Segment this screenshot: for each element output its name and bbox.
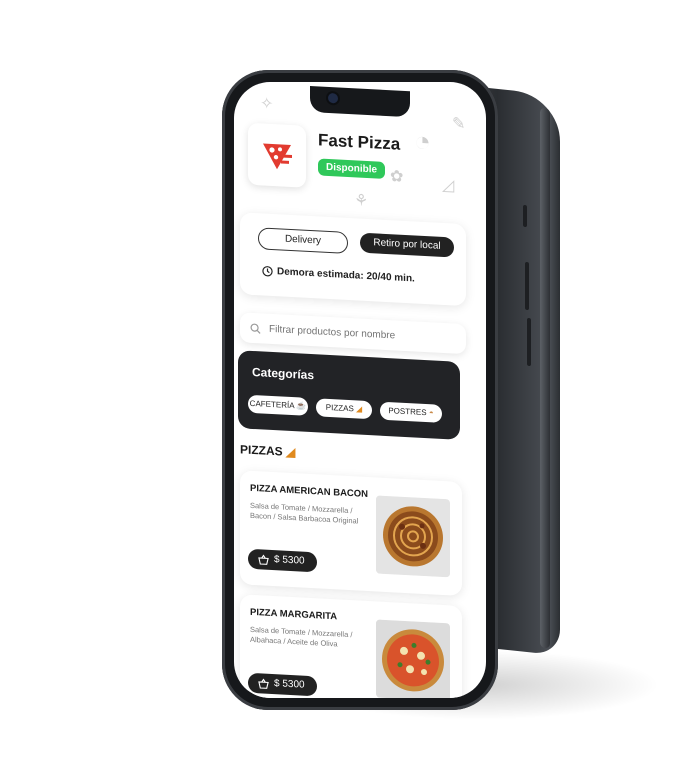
phone-back-edge <box>540 107 550 649</box>
category-chip-cafeteria[interactable]: CAFETERÍA ☕ <box>248 394 308 416</box>
doodle-icon: ✧ <box>260 95 274 114</box>
add-to-cart-button[interactable]: $ 5300 <box>248 672 317 697</box>
category-label: POSTRES <box>388 406 427 418</box>
section-title: PIZZAS ◢ <box>240 442 295 459</box>
estimated-time: Demora estimada: 20/40 min. <box>262 265 415 284</box>
category-chip-pizzas[interactable]: PIZZAS ◢ <box>316 398 372 420</box>
pizza-icon: ◢ <box>356 404 363 414</box>
search-bar[interactable] <box>240 312 466 355</box>
delivery-options-card: Delivery Retiro por local Demora estimad… <box>240 212 466 307</box>
shop-name: Fast Pizza <box>318 130 401 154</box>
product-name: PIZZA AMERICAN BACON <box>250 482 369 501</box>
status-badge: Disponible <box>318 158 386 179</box>
phone-notch <box>310 85 410 118</box>
categories-title: Categorías <box>252 364 315 383</box>
category-label: PIZZAS <box>325 402 354 414</box>
product-card[interactable]: PIZZA AMERICAN BACON Salsa de Tomate / M… <box>240 470 462 596</box>
pickup-button[interactable]: Retiro por local <box>360 232 454 258</box>
delivery-button[interactable]: Delivery <box>258 227 348 254</box>
estimated-time-text: Demora estimada: 20/40 min. <box>277 266 415 285</box>
basket-icon <box>258 553 269 565</box>
doodle-icon: ✿ <box>390 168 404 186</box>
side-button <box>527 317 531 367</box>
search-icon <box>250 323 261 334</box>
camera-icon <box>328 92 338 104</box>
pizza-doodle-icon: ◔ <box>414 125 431 158</box>
doodle-icon: ◿ <box>442 176 455 195</box>
product-image <box>376 619 450 698</box>
clock-icon <box>262 266 273 277</box>
phone-screen: ◔ ✎ ✿ ◿ ✧ ⚘ Fast Pizza Disponible Delive… <box>234 82 486 698</box>
phone-frame: ◔ ✎ ✿ ◿ ✧ ⚘ Fast Pizza Disponible Delive… <box>222 70 498 710</box>
doodle-icon: ✎ <box>452 115 466 134</box>
doodle-icon: ⚘ <box>354 192 369 211</box>
product-price: $ 5300 <box>274 554 305 567</box>
pizza-icon: ◢ <box>286 444 296 460</box>
add-to-cart-button[interactable]: $ 5300 <box>248 548 317 573</box>
side-button <box>525 261 529 311</box>
product-name: PIZZA MARGARITA <box>250 606 338 623</box>
pizza-image-icon <box>376 619 450 698</box>
product-image <box>376 495 450 578</box>
shop-logo <box>248 122 306 188</box>
pizza-image-icon <box>376 495 450 578</box>
coffee-icon: ☕ <box>296 401 307 411</box>
search-input[interactable] <box>267 322 451 345</box>
pizza-logo-icon <box>263 143 292 170</box>
product-card[interactable]: PIZZA MARGARITA Salsa de Tomate / Mozzar… <box>240 594 462 698</box>
category-label: CAFETERÍA <box>249 398 295 411</box>
product-description: Salsa de Tomate / Mozzarella / Bacon / S… <box>250 500 359 526</box>
product-description: Salsa de Tomate / Mozzarella / Albahaca … <box>250 624 353 649</box>
section-title-text: PIZZAS <box>240 442 283 459</box>
side-button <box>523 204 527 228</box>
product-price: $ 5300 <box>274 678 305 691</box>
category-chip-postres[interactable]: POSTRES ◓ <box>380 401 442 423</box>
categories-panel: Categorías CAFETERÍA ☕ PIZZAS ◢ POSTRES … <box>238 350 460 440</box>
basket-icon <box>258 677 269 689</box>
dessert-icon: ◓ <box>428 408 434 418</box>
